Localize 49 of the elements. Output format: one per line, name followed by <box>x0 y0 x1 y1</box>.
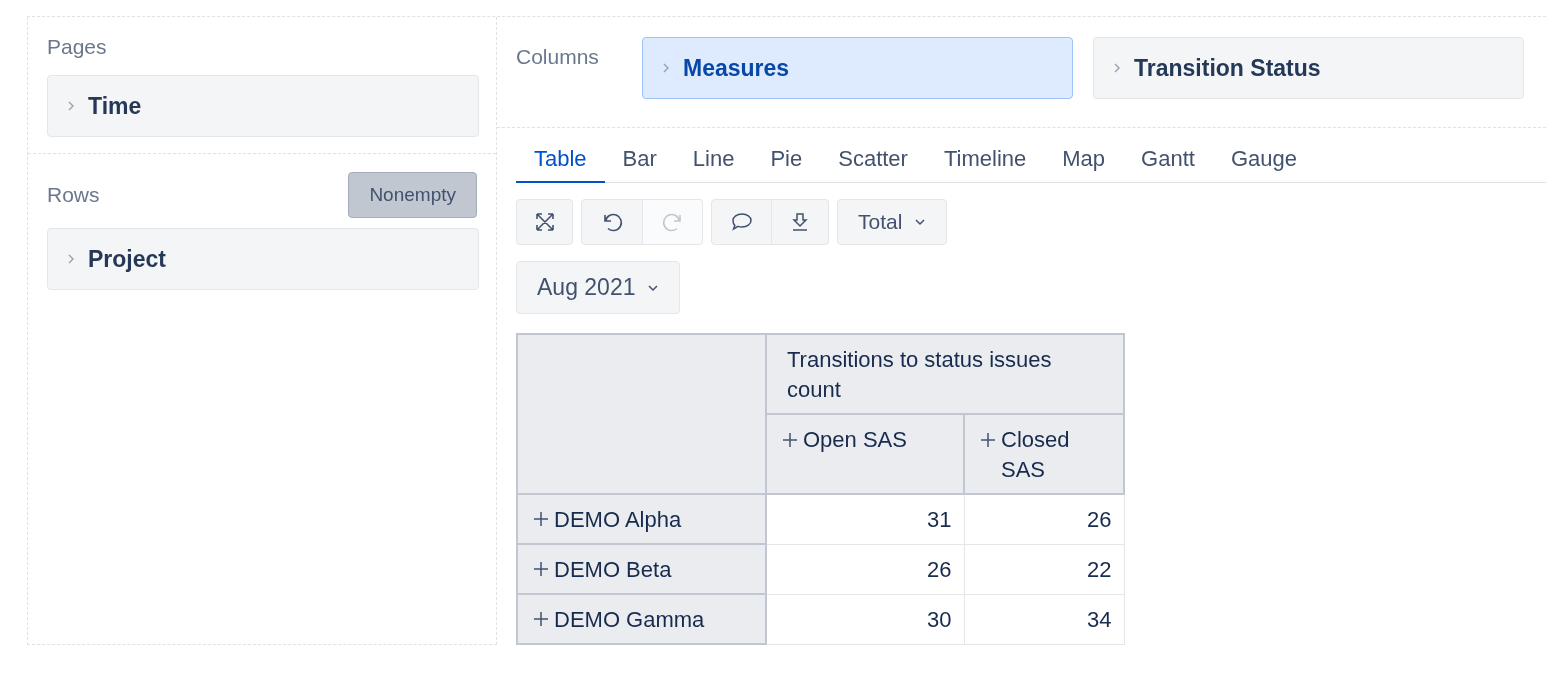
column-header: Transitions to status issues count <box>766 334 1124 414</box>
table-cell: 30 <box>766 594 964 644</box>
dimension-chip[interactable]: Measures <box>642 37 1073 99</box>
table-cell: 34 <box>964 594 1124 644</box>
chart-type-tab[interactable]: Scatter <box>820 142 926 183</box>
chevron-right-icon <box>66 252 76 266</box>
dimension-chip[interactable]: Time <box>47 75 479 137</box>
dimension-chip[interactable]: Project <box>47 228 479 290</box>
plus-icon <box>532 510 550 528</box>
total-dropdown[interactable]: Total <box>837 199 948 245</box>
plus-icon <box>532 560 550 578</box>
nonempty-toggle[interactable]: Nonempty <box>348 172 477 218</box>
dimension-chip[interactable]: Transition Status <box>1093 37 1524 99</box>
plus-icon <box>979 431 997 449</box>
chevron-right-icon <box>66 99 76 113</box>
speech-bubble-icon <box>729 211 754 233</box>
column-header: Open SAS <box>766 414 964 494</box>
chevron-down-icon <box>914 218 927 226</box>
section-label: Columns <box>516 44 600 70</box>
expand-icon <box>533 211 556 233</box>
section-label: Rows <box>47 182 100 208</box>
download-button[interactable] <box>772 199 829 245</box>
comment-button[interactable] <box>711 199 772 245</box>
plus-icon <box>781 431 799 449</box>
chart-type-tab[interactable]: Map <box>1044 142 1124 183</box>
chevron-right-icon <box>1112 61 1122 75</box>
section-label: Pages <box>47 34 108 60</box>
chevron-right-icon <box>661 61 671 75</box>
chart-type-tab[interactable]: Timeline <box>925 142 1045 183</box>
plus-icon <box>532 610 550 628</box>
chart-type-tab[interactable]: Gauge <box>1212 142 1315 183</box>
fullscreen-button[interactable] <box>516 199 573 245</box>
chart-type-tab[interactable]: Bar <box>604 142 675 183</box>
table-cell: 22 <box>964 544 1124 594</box>
chevron-down-icon <box>647 283 660 292</box>
chart-type-tab[interactable]: Gantt <box>1123 142 1213 183</box>
undo-button[interactable] <box>581 199 643 245</box>
column-header: Closed SAS <box>964 414 1124 494</box>
chart-type-tab[interactable]: Line <box>674 142 753 183</box>
row-header: DEMO Alpha <box>517 494 766 544</box>
row-header: DEMO Gamma <box>517 594 766 644</box>
chart-type-tab[interactable]: Table <box>516 142 605 183</box>
table-cell: 26 <box>766 544 964 594</box>
chart-type-tab[interactable]: Pie <box>752 142 821 183</box>
download-icon <box>790 211 810 233</box>
table-cell: 31 <box>766 494 964 544</box>
table-cell: 26 <box>964 494 1124 544</box>
time-filter-dropdown[interactable]: Aug 2021 <box>516 261 681 314</box>
row-header: DEMO Beta <box>517 544 766 594</box>
